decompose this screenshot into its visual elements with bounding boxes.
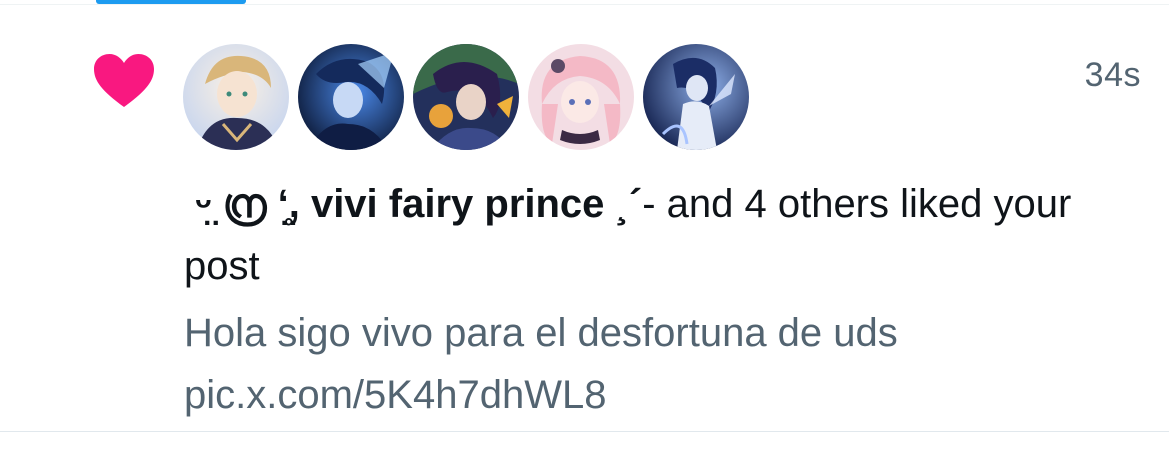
avatar[interactable]	[298, 44, 404, 150]
user-name-link[interactable]: ᵕ̤ ന്ര ʻ̤̥, vivi fairy prince ¸´	[184, 182, 642, 226]
like-notification[interactable]: 34s ᵕ̤ ന്ര ʻ̤̥, vivi fairy prince ¸´- an…	[0, 5, 1169, 431]
heart-icon	[94, 54, 154, 107]
timestamp[interactable]: 34s	[1085, 56, 1141, 95]
post-link[interactable]: pic.x.com/5K4h7dhWL8	[184, 364, 1144, 426]
bottom-divider	[0, 431, 1169, 432]
post-preview[interactable]: Hola sigo vivo para el desfortuna de uds…	[184, 302, 1144, 426]
avatar[interactable]	[643, 44, 749, 150]
liked-text: ᵕ̤ ന്ര ʻ̤̥, vivi fairy prince ¸´- and 4 …	[184, 173, 1144, 297]
avatar[interactable]	[183, 44, 289, 150]
avatar[interactable]	[413, 44, 519, 150]
avatar[interactable]	[528, 44, 634, 150]
post-text: Hola sigo vivo para el desfortuna de uds	[184, 311, 898, 355]
